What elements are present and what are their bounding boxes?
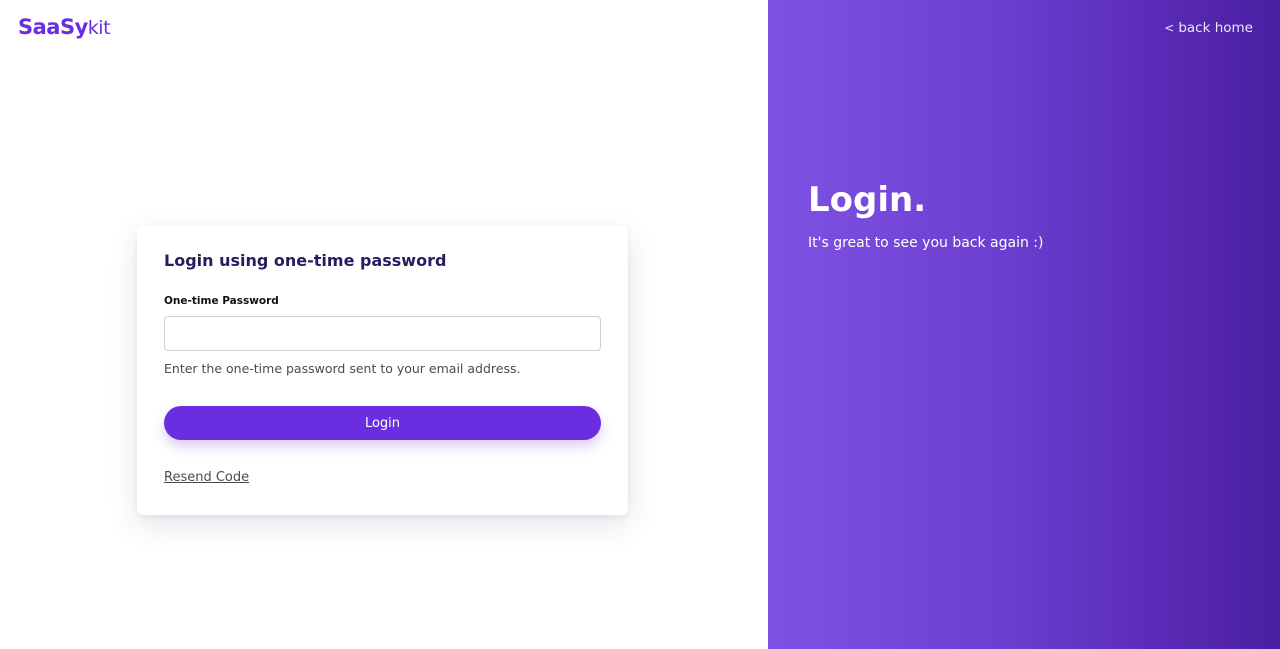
login-card: Login using one-time password One-time P… bbox=[137, 226, 628, 515]
login-page: SaaSykit Login using one-time password O… bbox=[0, 0, 1280, 649]
hero-subtitle: It's great to see you back again :) bbox=[808, 235, 1044, 251]
brand-name-light: kit bbox=[87, 17, 111, 39]
otp-input[interactable] bbox=[164, 316, 601, 351]
card-title: Login using one-time password bbox=[164, 251, 447, 270]
hero-panel: < back home Login. It's great to see you … bbox=[768, 0, 1280, 649]
chevron-left-icon: < bbox=[1164, 21, 1175, 35]
brand-logo[interactable]: SaaSykit bbox=[18, 13, 111, 42]
login-panel: SaaSykit Login using one-time password O… bbox=[0, 0, 768, 649]
back-home-link[interactable]: < back home bbox=[1164, 19, 1253, 37]
otp-field-label: One-time Password bbox=[164, 295, 279, 307]
brand-name-bold: SaaSy bbox=[18, 15, 88, 39]
login-button[interactable]: Login bbox=[164, 406, 601, 440]
hero-title: Login. bbox=[808, 180, 927, 220]
back-home-label: back home bbox=[1178, 20, 1253, 36]
otp-helper-text: Enter the one-time password sent to your… bbox=[164, 361, 521, 376]
resend-code-link[interactable]: Resend Code bbox=[164, 469, 249, 487]
